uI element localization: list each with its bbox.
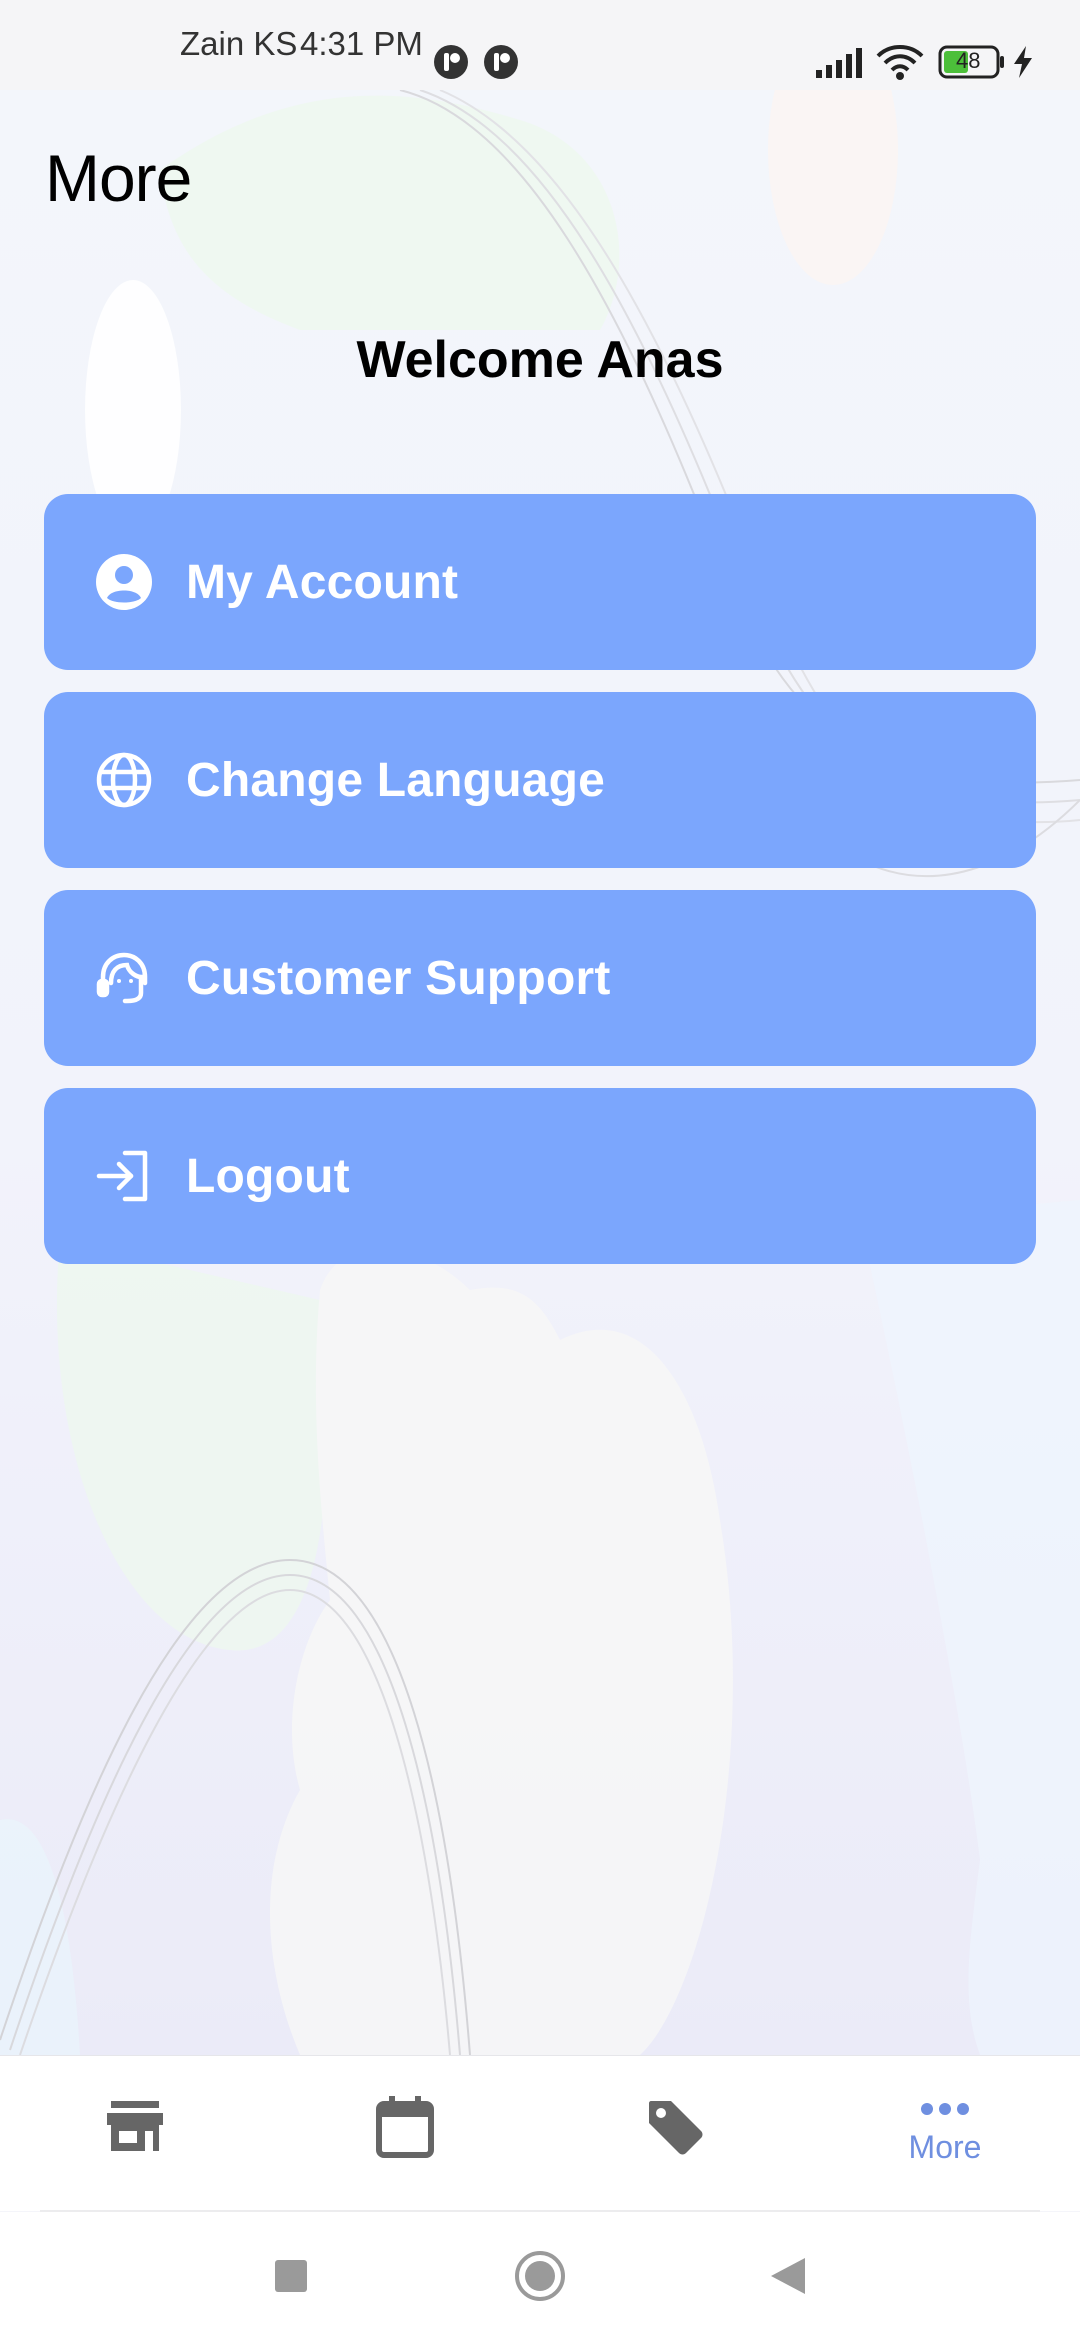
account-circle-icon	[92, 550, 156, 614]
welcome-message: Welcome Anas	[356, 331, 724, 389]
carrier-name: Zain KS	[180, 25, 298, 62]
headset-icon	[92, 946, 156, 1010]
system-navigation-bar	[0, 2212, 1080, 2340]
signal-icon	[816, 46, 864, 86]
globe-icon	[92, 748, 156, 812]
battery-level: 48	[956, 48, 981, 73]
charging-icon	[1012, 46, 1034, 86]
bottom-navigation: More	[0, 2055, 1080, 2211]
nav-tab-more[interactable]: More	[810, 2056, 1080, 2211]
back-button[interactable]	[758, 2246, 818, 2306]
tag-icon	[645, 2097, 705, 2162]
change-language-button[interactable]: Change Language	[44, 692, 1036, 868]
my-account-button[interactable]: My Account	[44, 494, 1036, 670]
notification-icon	[483, 44, 519, 88]
nav-label: More	[908, 2128, 982, 2165]
notification-icon	[433, 44, 469, 88]
page-title: More	[45, 141, 192, 215]
home-button[interactable]	[510, 2246, 570, 2306]
logout-button[interactable]: Logout	[44, 1088, 1036, 1264]
login-arrow-icon	[92, 1144, 156, 1208]
menu-item-label: Change Language	[186, 753, 606, 807]
nav-tab-calendar[interactable]	[270, 2056, 540, 2211]
recents-button[interactable]	[261, 2246, 321, 2306]
menu-item-label: My Account	[186, 555, 459, 609]
calendar-icon	[376, 2096, 434, 2163]
wifi-icon	[876, 44, 924, 88]
status-time: 4:31 PM	[300, 25, 423, 62]
store-icon	[107, 2101, 163, 2158]
menu-item-label: Customer Support	[186, 951, 611, 1005]
more-dots-icon	[920, 2102, 970, 2121]
nav-tab-offers[interactable]	[540, 2056, 810, 2211]
status-bar: Zain KS 4:31 PM 48	[0, 0, 1080, 90]
menu-item-label: Logout	[186, 1149, 350, 1203]
nav-tab-store[interactable]	[0, 2056, 270, 2211]
customer-support-button[interactable]: Customer Support	[44, 890, 1036, 1066]
